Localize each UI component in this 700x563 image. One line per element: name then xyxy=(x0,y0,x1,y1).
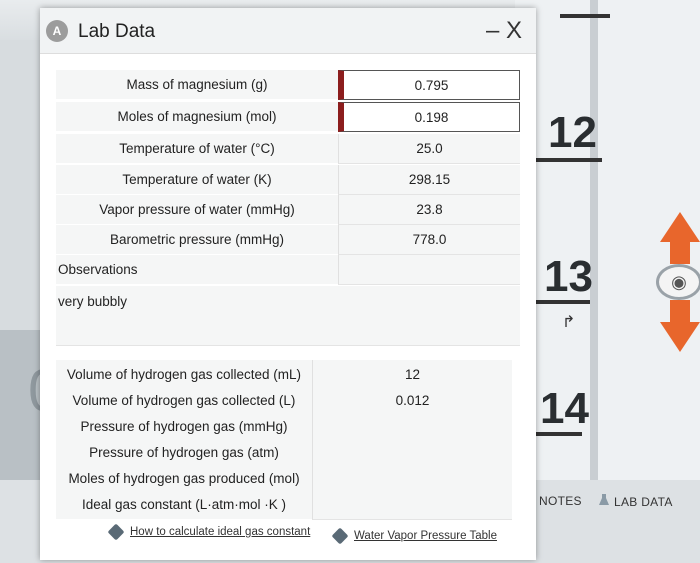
arrow-up-icon[interactable] xyxy=(660,212,700,242)
window-app-icon: A xyxy=(46,20,68,42)
table-row: Vapor pressure of water (mmHg) 23.8 xyxy=(56,195,520,225)
table-row: Temperature of water (K) 298.15 xyxy=(56,165,520,195)
mass-magnesium-input[interactable]: 0.795 xyxy=(338,70,520,100)
observations-row: Observations xyxy=(56,255,520,285)
row-label: Vapor pressure of water (mmHg) xyxy=(56,195,338,225)
vapor-table-link[interactable]: Water Vapor Pressure Table xyxy=(331,527,497,545)
lab-data-window: A Lab Data – X Mass of magnesium (g) 0.7… xyxy=(40,8,536,560)
table-row: Moles of magnesium (mol) 0.198 xyxy=(56,102,520,132)
row-label: Barometric pressure (mmHg) xyxy=(56,225,338,255)
link-diamond-icon xyxy=(107,523,125,541)
row-value: 25.0 xyxy=(338,134,520,164)
row-value: 778.0 xyxy=(338,225,520,255)
scale-top-rule xyxy=(560,14,610,18)
vapor-table-link-label: Water Vapor Pressure Table xyxy=(354,530,497,543)
ideal-gas-link[interactable]: How to calculate ideal gas constant xyxy=(107,523,311,541)
window-controls[interactable]: – X xyxy=(486,17,522,45)
link-diamond-icon xyxy=(331,527,349,545)
scale-line-12 xyxy=(532,158,602,162)
ideal-gas-link-label: How to calculate ideal gas constant xyxy=(130,526,311,539)
eye-icon[interactable]: ◉ xyxy=(656,264,700,300)
arrow-up-stem xyxy=(670,240,690,264)
row-label: Moles of magnesium (mol) xyxy=(56,102,338,132)
scale-number-12: 12 xyxy=(548,108,597,157)
row-value: 298.15 xyxy=(338,165,520,195)
row-label: Ideal gas constant (L·atm·mol ·K ) xyxy=(56,490,312,520)
table-row: Mass of magnesium (g) 0.795 xyxy=(56,70,520,100)
table-row: Ideal gas constant (L·atm·mol ·K ) xyxy=(56,490,520,520)
row-value: 23.8 xyxy=(338,195,520,225)
moles-magnesium-input[interactable]: 0.198 xyxy=(338,102,520,132)
gas-constant-value[interactable] xyxy=(312,490,512,520)
row-label: Temperature of water (K) xyxy=(56,165,338,195)
flask-icon xyxy=(599,494,609,505)
table-row: Barometric pressure (mmHg) 778.0 xyxy=(56,225,520,255)
observations-label: Observations xyxy=(56,255,338,285)
row-label: Mass of magnesium (g) xyxy=(56,70,338,100)
table-row: Temperature of water (°C) 25.0 xyxy=(56,134,520,164)
row-label: Temperature of water (°C) xyxy=(56,134,338,164)
scale-number-14: 14 xyxy=(540,384,589,433)
window-title: Lab Data xyxy=(78,21,156,42)
lab-data-label: LAB DATA xyxy=(614,495,673,509)
arrow-down-stem xyxy=(670,300,690,324)
cursor-icon: ↱ xyxy=(562,314,576,331)
scale-number-13: 13 xyxy=(544,252,593,301)
observations-spacer xyxy=(338,255,520,285)
window-titlebar[interactable]: A Lab Data – X xyxy=(40,8,536,54)
lab-data-button[interactable]: LAB DATA xyxy=(598,494,673,509)
zoom-control[interactable]: ◉ xyxy=(656,212,700,352)
background-stripe xyxy=(590,0,598,490)
arrow-down-icon[interactable] xyxy=(660,322,700,352)
scale-line-13 xyxy=(528,300,590,304)
observations-text[interactable]: very bubbly xyxy=(56,286,520,346)
